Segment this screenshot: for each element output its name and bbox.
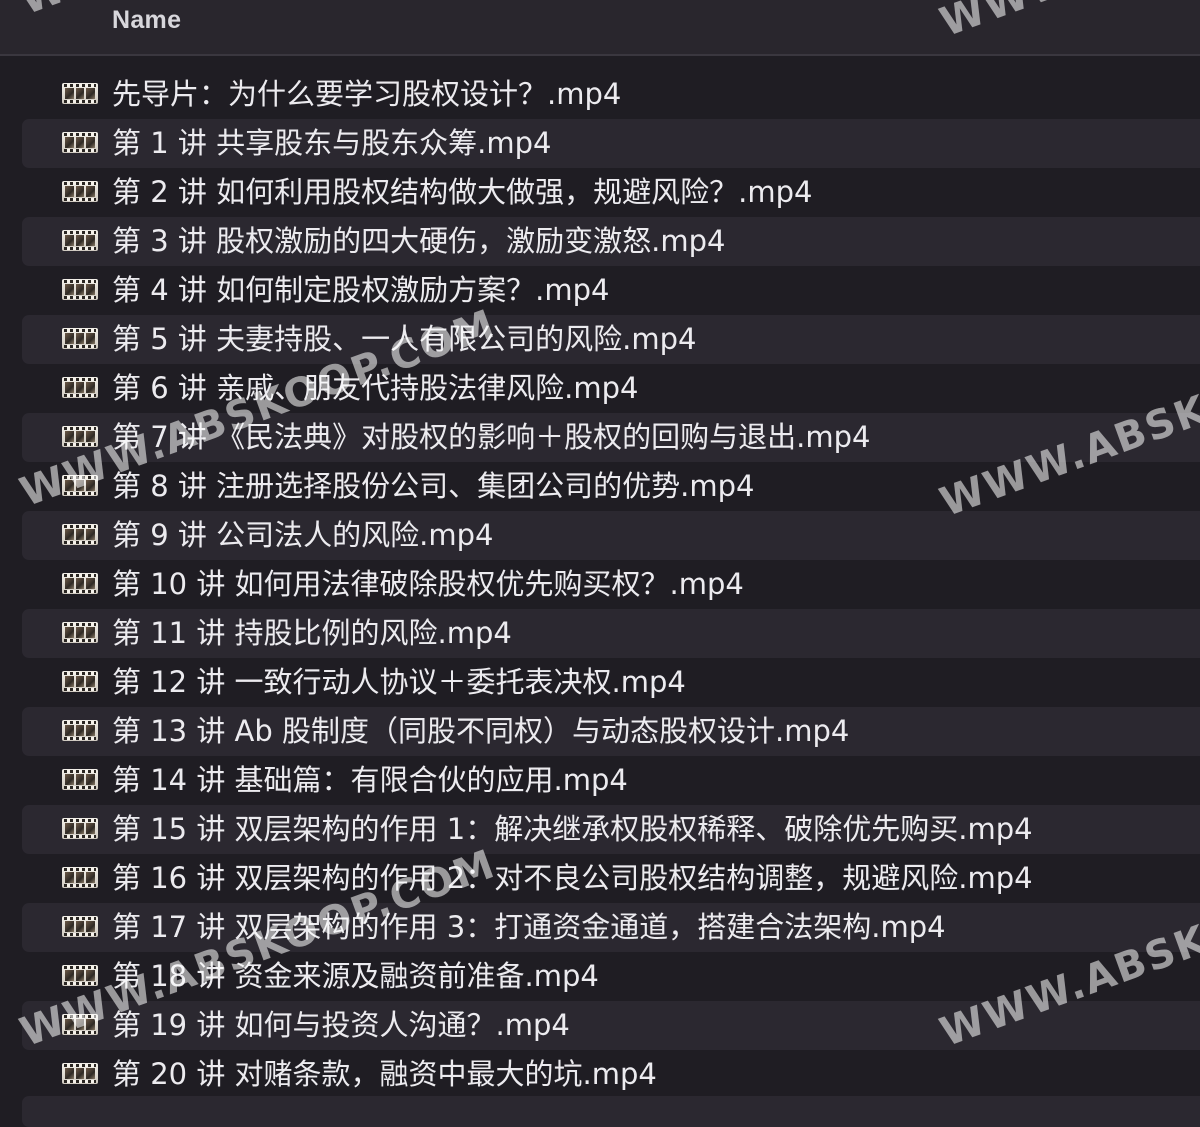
name-column-header[interactable]: Name xyxy=(112,6,181,35)
file-row[interactable]: 第 9 讲 公司法人的风险.mp4 xyxy=(22,511,1200,560)
video-file-icon xyxy=(62,671,98,692)
file-name: 第 2 讲 如何利用股权结构做大做强，规避风险？.mp4 xyxy=(112,175,813,209)
file-row[interactable]: 第 12 讲 一致行动人协议＋委托表决权.mp4 xyxy=(22,658,1200,707)
file-row[interactable]: 第 5 讲 夫妻持股、一人有限公司的风险.mp4 xyxy=(22,315,1200,364)
file-name: 第 20 讲 对赌条款，融资中最大的坑.mp4 xyxy=(112,1057,657,1091)
file-name: 第 3 讲 股权激励的四大硬伤，激励变激怒.mp4 xyxy=(112,224,726,258)
file-name: 第 13 讲 Ab 股制度（同股不同权）与动态股权设计.mp4 xyxy=(112,714,850,748)
file-row[interactable]: 第 8 讲 注册选择股份公司、集团公司的优势.mp4 xyxy=(22,462,1200,511)
file-row[interactable]: 先导片：为什么要学习股权设计？.mp4 xyxy=(22,70,1200,119)
video-file-icon xyxy=(62,328,98,349)
video-file-icon xyxy=(62,1014,98,1035)
file-name: 第 11 讲 持股比例的风险.mp4 xyxy=(112,616,512,650)
file-row[interactable]: 第 6 讲 亲戚、朋友代持股法律风险.mp4 xyxy=(22,364,1200,413)
video-file-icon xyxy=(62,132,98,153)
empty-row xyxy=(22,1096,1200,1127)
file-name: 第 8 讲 注册选择股份公司、集团公司的优势.mp4 xyxy=(112,469,755,503)
video-file-icon xyxy=(62,230,98,251)
file-row[interactable]: 第 10 讲 如何用法律破除股权优先购买权？.mp4 xyxy=(22,560,1200,609)
file-row[interactable]: 第 2 讲 如何利用股权结构做大做强，规避风险？.mp4 xyxy=(22,168,1200,217)
video-file-icon xyxy=(62,867,98,888)
file-name: 第 7 讲 《民法典》对股权的影响＋股权的回购与退出.mp4 xyxy=(112,420,871,454)
file-row[interactable]: 第 4 讲 如何制定股权激励方案？.mp4 xyxy=(22,266,1200,315)
list-header: Name xyxy=(0,0,1200,56)
file-row[interactable]: 第 15 讲 双层架构的作用 1：解决继承权股权稀释、破除优先购买.mp4 xyxy=(22,805,1200,854)
video-file-icon xyxy=(62,769,98,790)
video-file-icon xyxy=(62,524,98,545)
file-row[interactable]: 第 16 讲 双层架构的作用 2：对不良公司股权结构调整，规避风险.mp4 xyxy=(22,854,1200,903)
finder-window: Name 先导片：为什么要学习股权设计？.mp4 第 1 讲 共享股东与股东众筹.… xyxy=(0,0,1200,1127)
file-row[interactable]: 第 1 讲 共享股东与股东众筹.mp4 xyxy=(22,119,1200,168)
video-file-icon xyxy=(62,475,98,496)
file-name: 第 9 讲 公司法人的风险.mp4 xyxy=(112,518,494,552)
file-row[interactable]: 第 20 讲 对赌条款，融资中最大的坑.mp4 xyxy=(22,1050,1200,1099)
file-row[interactable]: 第 19 讲 如何与投资人沟通？.mp4 xyxy=(22,1001,1200,1050)
file-row[interactable]: 第 14 讲 基础篇：有限合伙的应用.mp4 xyxy=(22,756,1200,805)
file-name: 第 16 讲 双层架构的作用 2：对不良公司股权结构调整，规避风险.mp4 xyxy=(112,861,1033,895)
file-name: 第 18 讲 资金来源及融资前准备.mp4 xyxy=(112,959,599,993)
video-file-icon xyxy=(62,720,98,741)
file-name: 第 6 讲 亲戚、朋友代持股法律风险.mp4 xyxy=(112,371,639,405)
video-file-icon xyxy=(62,279,98,300)
file-name: 第 17 讲 双层架构的作用 3：打通资金通道，搭建合法架构.mp4 xyxy=(112,910,946,944)
video-file-icon xyxy=(62,622,98,643)
file-row[interactable]: 第 17 讲 双层架构的作用 3：打通资金通道，搭建合法架构.mp4 xyxy=(22,903,1200,952)
video-file-icon xyxy=(62,83,98,104)
file-name: 第 19 讲 如何与投资人沟通？.mp4 xyxy=(112,1008,570,1042)
file-name: 第 10 讲 如何用法律破除股权优先购买权？.mp4 xyxy=(112,567,744,601)
file-row[interactable]: 第 7 讲 《民法典》对股权的影响＋股权的回购与退出.mp4 xyxy=(22,413,1200,462)
file-name: 第 4 讲 如何制定股权激励方案？.mp4 xyxy=(112,273,610,307)
file-name: 第 1 讲 共享股东与股东众筹.mp4 xyxy=(112,126,552,160)
video-file-icon xyxy=(62,965,98,986)
file-name: 第 12 讲 一致行动人协议＋委托表决权.mp4 xyxy=(112,665,686,699)
file-name: 第 14 讲 基础篇：有限合伙的应用.mp4 xyxy=(112,763,628,797)
file-name: 第 15 讲 双层架构的作用 1：解决继承权股权稀释、破除优先购买.mp4 xyxy=(112,812,1033,846)
file-row[interactable]: 第 18 讲 资金来源及融资前准备.mp4 xyxy=(22,952,1200,1001)
file-list: 先导片：为什么要学习股权设计？.mp4 第 1 讲 共享股东与股东众筹.mp4 第 … xyxy=(0,70,1200,1099)
video-file-icon xyxy=(62,181,98,202)
video-file-icon xyxy=(62,818,98,839)
file-row[interactable]: 第 13 讲 Ab 股制度（同股不同权）与动态股权设计.mp4 xyxy=(22,707,1200,756)
video-file-icon xyxy=(62,426,98,447)
file-name: 第 5 讲 夫妻持股、一人有限公司的风险.mp4 xyxy=(112,322,697,356)
video-file-icon xyxy=(62,1063,98,1084)
video-file-icon xyxy=(62,916,98,937)
video-file-icon xyxy=(62,573,98,594)
file-name: 先导片：为什么要学习股权设计？.mp4 xyxy=(112,77,622,111)
video-file-icon xyxy=(62,377,98,398)
file-row[interactable]: 第 11 讲 持股比例的风险.mp4 xyxy=(22,609,1200,658)
file-row[interactable]: 第 3 讲 股权激励的四大硬伤，激励变激怒.mp4 xyxy=(22,217,1200,266)
